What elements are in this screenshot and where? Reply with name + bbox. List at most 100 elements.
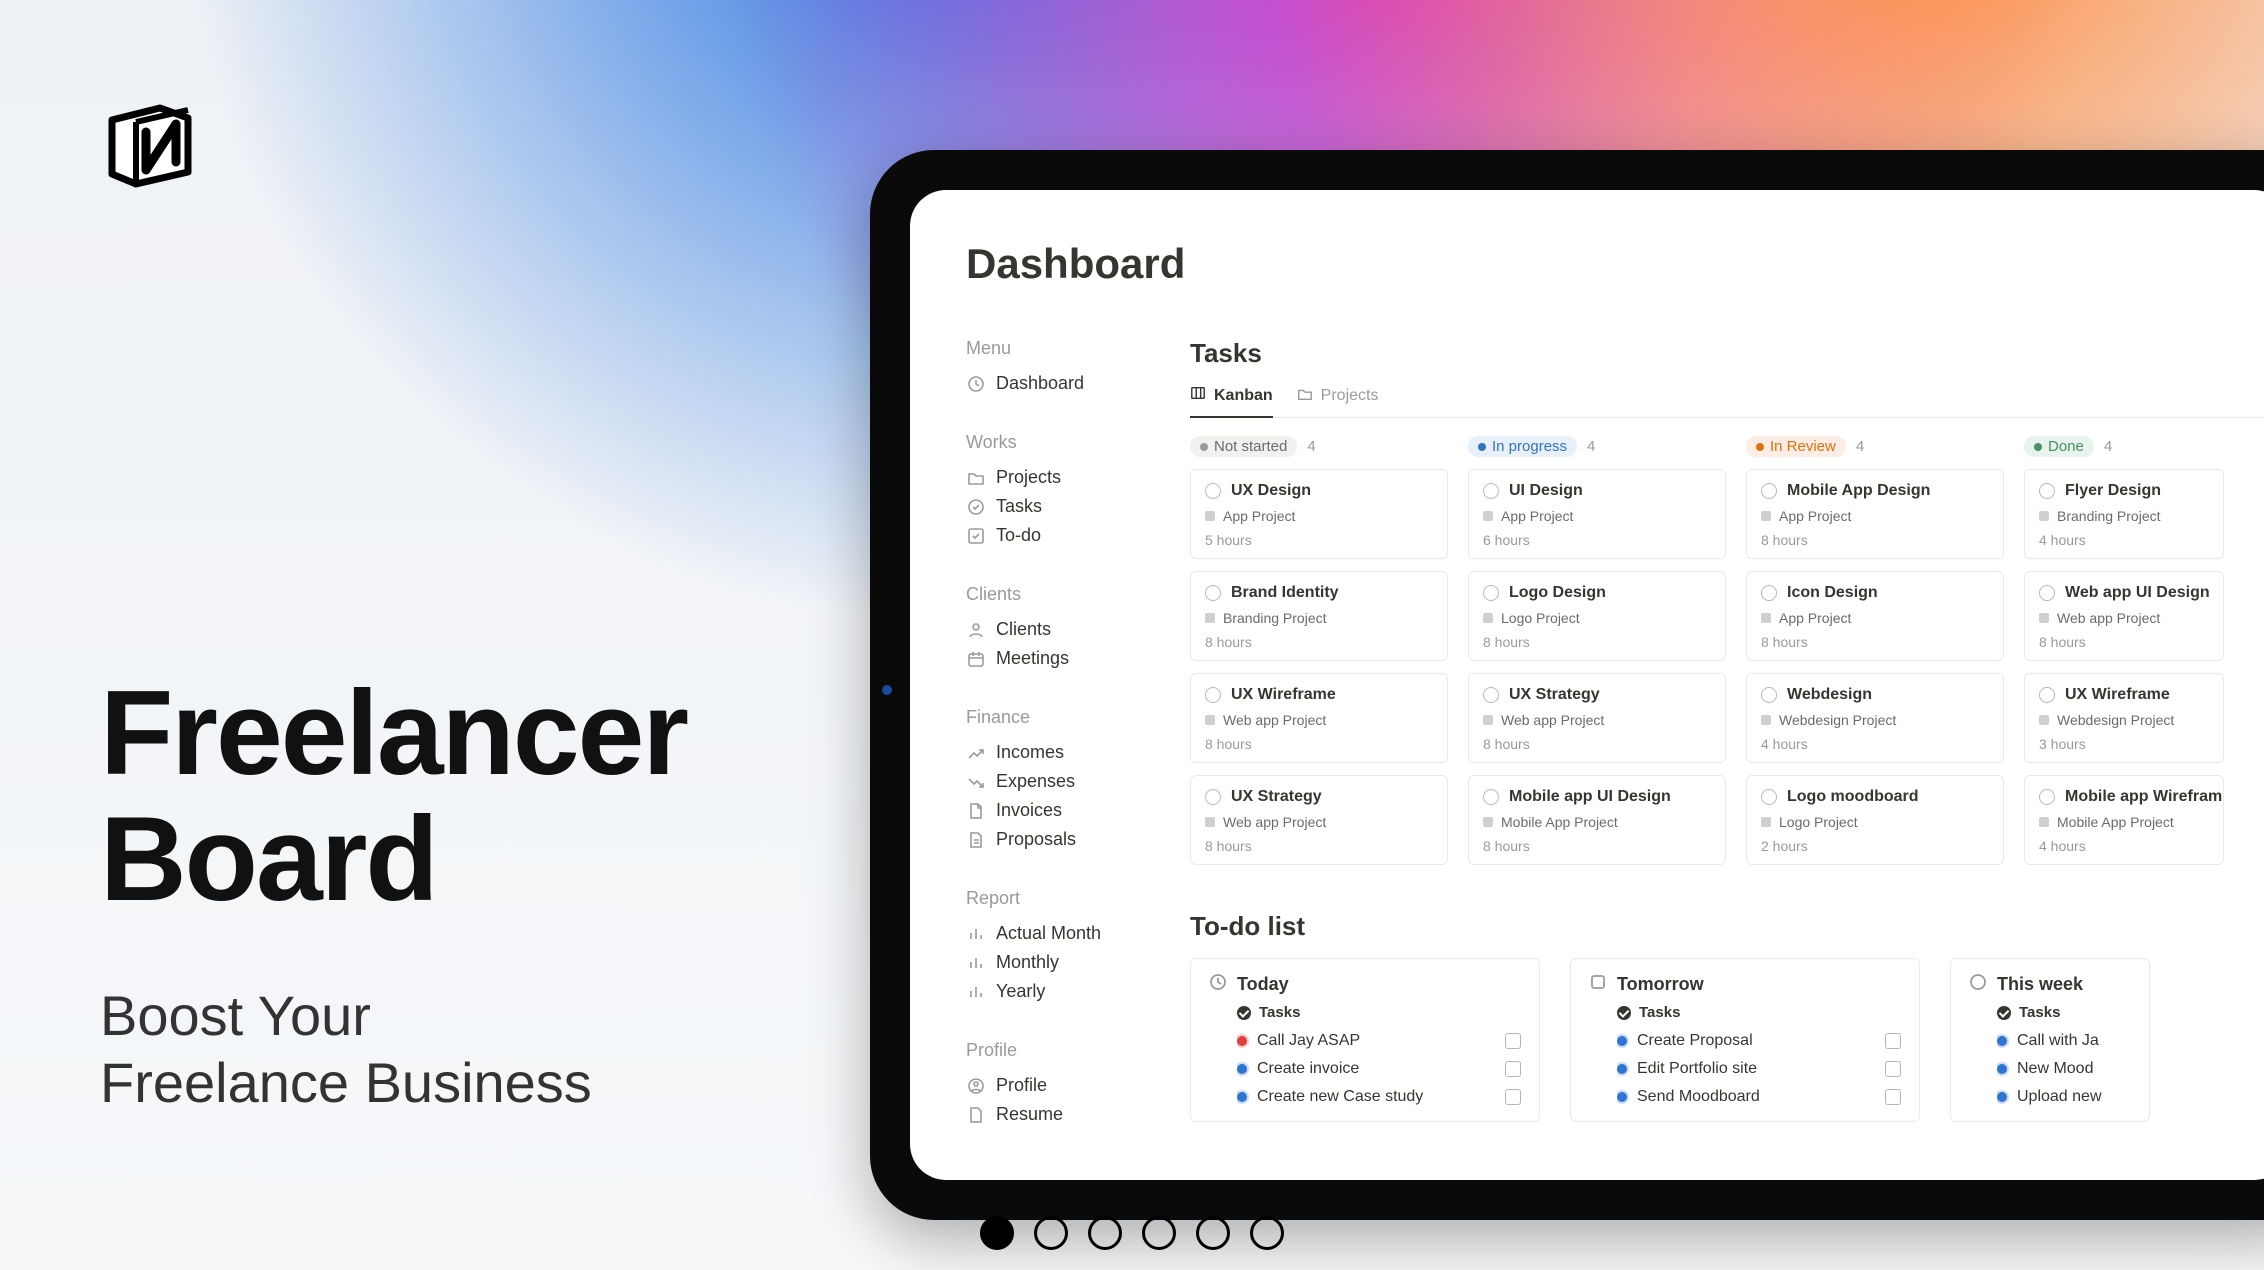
sidebar-item-projects[interactable]: Projects <box>966 463 1186 492</box>
todo-text: Send Moodboard <box>1637 1088 1760 1106</box>
project-dot-icon <box>1205 817 1215 827</box>
sidebar-item-monthly[interactable]: Monthly <box>966 948 1186 977</box>
carousel-dot-4[interactable] <box>1196 1216 1230 1250</box>
ipad-mockup: Dashboard MenuDashboardWorksProjectsTask… <box>870 150 2264 1220</box>
task-project: Web app Project <box>1501 712 1604 728</box>
todo-item[interactable]: Call Jay ASAP <box>1209 1027 1521 1055</box>
task-card[interactable]: Web app UI DesignWeb app Project8 hours <box>2024 571 2224 661</box>
task-card[interactable]: UX DesignApp Project5 hours <box>1190 469 1448 559</box>
sidebar-item-meetings[interactable]: Meetings <box>966 644 1186 673</box>
todo-item[interactable]: Edit Portfolio site <box>1589 1055 1901 1083</box>
sidebar-item-invoices[interactable]: Invoices <box>966 796 1186 825</box>
sidebar-item-label: Projects <box>996 467 1061 488</box>
task-project: Branding Project <box>2057 508 2161 524</box>
task-title: Webdesign <box>1787 686 1872 704</box>
todo-item[interactable]: Call with Ja <box>1969 1027 2131 1055</box>
todo-item[interactable]: Create Proposal <box>1589 1027 1901 1055</box>
checkbox-icon[interactable] <box>1505 1033 1521 1049</box>
todo-item[interactable]: Create new Case study <box>1209 1083 1521 1111</box>
task-card[interactable]: Mobile app WireframeMobile App Project4 … <box>2024 775 2224 865</box>
project-dot-icon <box>1205 715 1215 725</box>
page-title: Dashboard <box>966 240 2264 288</box>
ipad-screen: Dashboard MenuDashboardWorksProjectsTask… <box>910 190 2264 1180</box>
sidebar-item-incomes[interactable]: Incomes <box>966 738 1186 767</box>
sidebar-item-resume[interactable]: Resume <box>966 1100 1186 1129</box>
checkbox-icon[interactable] <box>1885 1061 1901 1077</box>
priority-dot-icon <box>1997 1036 2007 1046</box>
task-status-icon <box>1205 585 1221 601</box>
todo-item[interactable]: Create invoice <box>1209 1055 1521 1083</box>
carousel-dot-1[interactable] <box>1034 1216 1068 1250</box>
tab-kanban[interactable]: Kanban <box>1190 385 1273 418</box>
project-dot-icon <box>1205 511 1215 521</box>
promo-page: Freelancer Board Boost Your Freelance Bu… <box>0 0 2264 1270</box>
task-card[interactable]: UI DesignApp Project6 hours <box>1468 469 1726 559</box>
sidebar-item-dashboard[interactable]: Dashboard <box>966 369 1186 398</box>
checkbox-icon[interactable] <box>1885 1033 1901 1049</box>
sidebar-item-profile[interactable]: Profile <box>966 1071 1186 1100</box>
task-card[interactable]: UX StrategyWeb app Project8 hours <box>1190 775 1448 865</box>
task-project: Webdesign Project <box>1779 712 1896 728</box>
check-icon <box>1237 1006 1251 1020</box>
task-card[interactable]: UX WireframeWebdesign Project3 hours <box>2024 673 2224 763</box>
task-hours: 4 hours <box>2039 532 2209 548</box>
sidebar-item-actual-month[interactable]: Actual Month <box>966 919 1186 948</box>
sidebar-item-tasks[interactable]: Tasks <box>966 492 1186 521</box>
task-hours: 8 hours <box>1761 634 1989 650</box>
todo-col-header[interactable]: Today <box>1209 973 1521 996</box>
todo-col-header[interactable]: Tomorrow <box>1589 973 1901 996</box>
task-card[interactable]: Brand IdentityBranding Project8 hours <box>1190 571 1448 661</box>
todo-item[interactable]: New Mood <box>1969 1055 2131 1083</box>
task-card[interactable]: Mobile app UI DesignMobile App Project8 … <box>1468 775 1726 865</box>
hero-title: Freelancer Board <box>100 670 687 922</box>
todo-tasks-label: Tasks <box>1997 1004 2131 1021</box>
carousel-dot-0[interactable] <box>980 1216 1014 1250</box>
task-card[interactable]: Icon DesignApp Project8 hours <box>1746 571 2004 661</box>
carousel-dot-5[interactable] <box>1250 1216 1284 1250</box>
project-dot-icon <box>2039 511 2049 521</box>
task-title: Flyer Design <box>2065 482 2161 500</box>
priority-dot-icon <box>1617 1064 1627 1074</box>
task-card[interactable]: WebdesignWebdesign Project4 hours <box>1746 673 2004 763</box>
kanban-col-not-started: Not started4UX DesignApp Project5 hoursB… <box>1190 436 1448 877</box>
todo-col-header[interactable]: This week <box>1969 973 2131 996</box>
task-title: Brand Identity <box>1231 584 1339 602</box>
sidebar-item-label: Dashboard <box>996 373 1084 394</box>
task-title: UI Design <box>1509 482 1583 500</box>
sidebar-item-label: Clients <box>996 619 1051 640</box>
trend-up-icon <box>966 743 986 763</box>
task-card[interactable]: Logo moodboardLogo Project2 hours <box>1746 775 2004 865</box>
task-card[interactable]: Mobile App DesignApp Project8 hours <box>1746 469 2004 559</box>
task-hours: 8 hours <box>1761 532 1989 548</box>
sidebar-item-proposals[interactable]: Proposals <box>966 825 1186 854</box>
task-card[interactable]: Logo DesignLogo Project8 hours <box>1468 571 1726 661</box>
sidebar-item-yearly[interactable]: Yearly <box>966 977 1186 1006</box>
task-status-icon <box>2039 483 2055 499</box>
task-status-icon <box>1483 789 1499 805</box>
task-card[interactable]: UX StrategyWeb app Project8 hours <box>1468 673 1726 763</box>
task-project: Logo Project <box>1779 814 1858 830</box>
task-card[interactable]: UX WireframeWeb app Project8 hours <box>1190 673 1448 763</box>
task-hours: 3 hours <box>2039 736 2209 752</box>
checkbox-icon[interactable] <box>1885 1089 1901 1105</box>
carousel-dot-3[interactable] <box>1142 1216 1176 1250</box>
sidebar-item-expenses[interactable]: Expenses <box>966 767 1186 796</box>
task-project: Branding Project <box>1223 610 1327 626</box>
todo-col-today: TodayTasksCall Jay ASAPCreate invoiceCre… <box>1190 958 1540 1122</box>
sidebar-item-clients[interactable]: Clients <box>966 615 1186 644</box>
sidebar-item-label: Yearly <box>996 981 1045 1002</box>
priority-dot-icon <box>1617 1092 1627 1102</box>
sidebar: MenuDashboardWorksProjectsTasksTo-doClie… <box>966 338 1186 1163</box>
checkbox-icon[interactable] <box>1505 1061 1521 1077</box>
todo-item[interactable]: Upload new <box>1969 1083 2131 1111</box>
tab-projects[interactable]: Projects <box>1297 385 1379 417</box>
checkbox-icon[interactable] <box>1505 1089 1521 1105</box>
todo-item[interactable]: Send Moodboard <box>1589 1083 1901 1111</box>
sidebar-item-label: Profile <box>996 1075 1047 1096</box>
project-dot-icon <box>1761 715 1771 725</box>
sidebar-group-works: Works <box>966 432 1186 453</box>
dashboard-icon <box>966 374 986 394</box>
carousel-dot-2[interactable] <box>1088 1216 1122 1250</box>
sidebar-item-to-do[interactable]: To-do <box>966 521 1186 550</box>
task-card[interactable]: Flyer Design Branding Project 4 hours <box>2024 469 2224 559</box>
